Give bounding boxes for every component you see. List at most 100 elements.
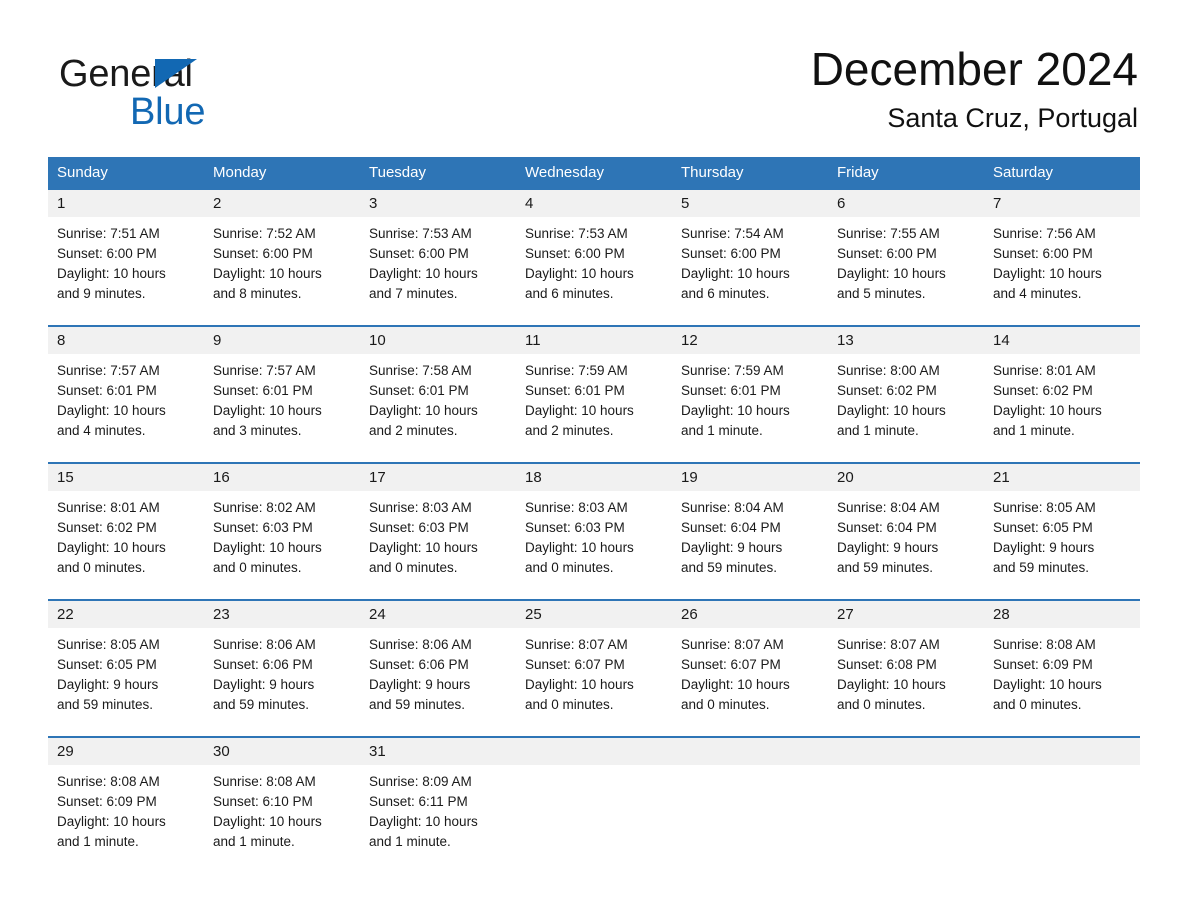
sunrise-text: Sunrise: 7:53 AM [369, 226, 472, 241]
daylight-text-line1: Daylight: 9 hours [837, 540, 939, 555]
daylight-text-line1: Daylight: 10 hours [525, 540, 634, 555]
day-number[interactable]: 6 [828, 190, 984, 217]
daylight-text-line1: Daylight: 10 hours [993, 403, 1102, 418]
weekday-header-friday: Friday [837, 164, 879, 181]
daylight-text-line2: and 59 minutes. [837, 560, 934, 575]
day-number[interactable]: 31 [360, 738, 516, 765]
weekday-header-row: Sunday Monday Tuesday Wednesday Thursday… [48, 157, 1140, 188]
sunset-text: Sunset: 6:03 PM [369, 520, 469, 535]
day-number[interactable]: 5 [672, 190, 828, 217]
sunset-text: Sunset: 6:00 PM [681, 246, 781, 261]
daylight-text-line1: Daylight: 10 hours [837, 677, 946, 692]
day-number[interactable]: 22 [48, 601, 204, 628]
title-block: December 2024 Santa Cruz, Portugal [811, 40, 1138, 136]
day-number[interactable]: 19 [672, 464, 828, 491]
daylight-text-line1: Daylight: 10 hours [57, 814, 166, 829]
day-number[interactable]: 12 [672, 327, 828, 354]
day-number[interactable]: 16 [204, 464, 360, 491]
sunset-text: Sunset: 6:03 PM [213, 520, 313, 535]
sunrise-text: Sunrise: 8:06 AM [369, 637, 472, 652]
day-number[interactable]: 25 [516, 601, 672, 628]
daylight-text-line1: Daylight: 9 hours [993, 540, 1095, 555]
day-number[interactable]: 10 [360, 327, 516, 354]
daylight-text-line1: Daylight: 10 hours [681, 266, 790, 281]
day-number[interactable]: 7 [984, 190, 1140, 217]
day-number[interactable]: 29 [48, 738, 204, 765]
day-number[interactable]: 13 [828, 327, 984, 354]
sunset-text: Sunset: 6:00 PM [525, 246, 625, 261]
day-number[interactable]: 2 [204, 190, 360, 217]
sunrise-text: Sunrise: 8:02 AM [213, 500, 316, 515]
daylight-text-line1: Daylight: 10 hours [369, 266, 478, 281]
sunrise-text: Sunrise: 7:53 AM [525, 226, 628, 241]
day-number[interactable]: 21 [984, 464, 1140, 491]
day-info-band: Sunrise: 7:57 AM Sunset: 6:01 PM Dayligh… [48, 354, 1140, 462]
sunset-text: Sunset: 6:00 PM [213, 246, 313, 261]
day-cell: Sunrise: 8:07 AM Sunset: 6:08 PM Dayligh… [828, 628, 984, 736]
sunrise-text: Sunrise: 8:07 AM [525, 637, 628, 652]
day-number[interactable]: 15 [48, 464, 204, 491]
day-cell: Sunrise: 8:02 AM Sunset: 6:03 PM Dayligh… [204, 491, 360, 599]
week-row: 15 16 17 18 19 20 21 Sunrise: 8:01 AM Su… [48, 462, 1140, 599]
sunrise-text: Sunrise: 8:01 AM [993, 363, 1096, 378]
day-number[interactable]: 17 [360, 464, 516, 491]
daylight-text-line2: and 1 minute. [681, 423, 763, 438]
day-number[interactable]: 1 [48, 190, 204, 217]
sunset-text: Sunset: 6:04 PM [681, 520, 781, 535]
day-number[interactable]: 9 [204, 327, 360, 354]
sunrise-text: Sunrise: 8:09 AM [369, 774, 472, 789]
day-number[interactable]: 14 [984, 327, 1140, 354]
day-cell: Sunrise: 8:01 AM Sunset: 6:02 PM Dayligh… [48, 491, 204, 599]
day-cell: Sunrise: 8:07 AM Sunset: 6:07 PM Dayligh… [516, 628, 672, 736]
day-cell: Sunrise: 7:53 AM Sunset: 6:00 PM Dayligh… [360, 217, 516, 325]
daylight-text-line2: and 0 minutes. [369, 560, 458, 575]
daylight-text-line1: Daylight: 10 hours [369, 814, 478, 829]
day-number[interactable]: 4 [516, 190, 672, 217]
sunset-text: Sunset: 6:05 PM [993, 520, 1093, 535]
day-number[interactable]: 30 [204, 738, 360, 765]
day-number[interactable]: 20 [828, 464, 984, 491]
day-cell: Sunrise: 8:04 AM Sunset: 6:04 PM Dayligh… [672, 491, 828, 599]
day-cell: Sunrise: 7:53 AM Sunset: 6:00 PM Dayligh… [516, 217, 672, 325]
sunset-text: Sunset: 6:01 PM [525, 383, 625, 398]
daylight-text-line2: and 1 minute. [837, 423, 919, 438]
weekday-header-tuesday: Tuesday [369, 164, 426, 181]
daylight-text-line2: and 6 minutes. [525, 286, 614, 301]
daylight-text-line1: Daylight: 10 hours [369, 403, 478, 418]
day-cell: Sunrise: 8:00 AM Sunset: 6:02 PM Dayligh… [828, 354, 984, 462]
sunset-text: Sunset: 6:04 PM [837, 520, 937, 535]
day-number[interactable]: 8 [48, 327, 204, 354]
day-number-band: 1 2 3 4 5 6 7 [48, 190, 1140, 217]
daylight-text-line2: and 4 minutes. [57, 423, 146, 438]
daylight-text-line1: Daylight: 10 hours [993, 677, 1102, 692]
daylight-text-line1: Daylight: 10 hours [837, 403, 946, 418]
day-number[interactable]: 18 [516, 464, 672, 491]
daylight-text-line2: and 59 minutes. [369, 697, 466, 712]
day-info-band: Sunrise: 8:05 AM Sunset: 6:05 PM Dayligh… [48, 628, 1140, 736]
day-cell: Sunrise: 8:04 AM Sunset: 6:04 PM Dayligh… [828, 491, 984, 599]
day-number[interactable]: 26 [672, 601, 828, 628]
day-number[interactable]: 27 [828, 601, 984, 628]
sunset-text: Sunset: 6:10 PM [213, 794, 313, 809]
sunrise-text: Sunrise: 8:08 AM [993, 637, 1096, 652]
sunrise-text: Sunrise: 8:05 AM [57, 637, 160, 652]
day-number[interactable]: 28 [984, 601, 1140, 628]
daylight-text-line1: Daylight: 10 hours [57, 403, 166, 418]
daylight-text-line2: and 0 minutes. [525, 697, 614, 712]
daylight-text-line2: and 2 minutes. [369, 423, 458, 438]
day-cell-empty [516, 765, 672, 875]
day-number[interactable]: 24 [360, 601, 516, 628]
sunset-text: Sunset: 6:06 PM [213, 657, 313, 672]
day-number[interactable]: 23 [204, 601, 360, 628]
calendar-grid: Sunday Monday Tuesday Wednesday Thursday… [48, 157, 1140, 875]
calendar-page: General Blue December 2024 Santa Cruz, P… [0, 0, 1188, 918]
daylight-text-line1: Daylight: 10 hours [681, 677, 790, 692]
daylight-text-line1: Daylight: 10 hours [525, 677, 634, 692]
sunrise-text: Sunrise: 8:03 AM [369, 500, 472, 515]
sunrise-text: Sunrise: 7:57 AM [57, 363, 160, 378]
daylight-text-line1: Daylight: 10 hours [681, 403, 790, 418]
day-number[interactable]: 3 [360, 190, 516, 217]
day-number[interactable]: 11 [516, 327, 672, 354]
weekday-header-sunday: Sunday [57, 164, 108, 181]
sunset-text: Sunset: 6:09 PM [993, 657, 1093, 672]
